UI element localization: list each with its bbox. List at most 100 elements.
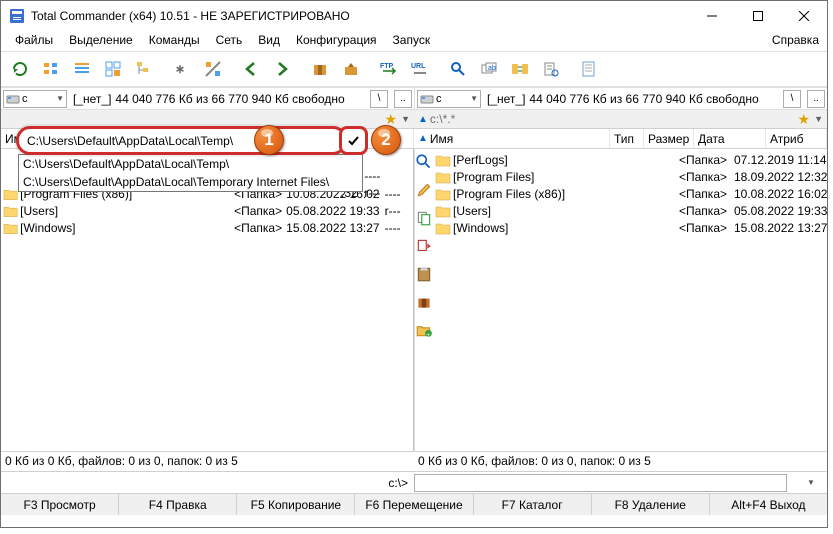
command-prompt: c:\> [1,476,414,490]
address-input-highlighted[interactable]: C:\Users\Default\AppData\Local\Temp\ [16,126,347,155]
address-confirm-checkbox[interactable] [339,126,368,155]
tree-icon[interactable] [129,54,159,84]
copy-icon[interactable] [415,209,433,227]
file-row[interactable]: [Users]<Папка>05.08.2022 19:33r--- [433,202,827,219]
menubar: Файлы Выделение Команды Сеть Вид Конфигу… [1,31,827,51]
maximize-button[interactable] [735,1,781,31]
forward-icon[interactable] [267,54,297,84]
drive-c-icon [6,92,20,106]
chevron-down-icon[interactable]: ▼ [807,478,823,487]
menu-net[interactable]: Сеть [208,31,251,51]
fn-f6[interactable]: F6 Перемещение [355,494,473,515]
address-dropdown[interactable]: C:\Users\Default\AppData\Local\Temp\ C:\… [18,154,363,192]
left-status: 0 Кб из 0 Кб, файлов: 0 из 0, папок: 0 и… [1,452,414,471]
new-folder-icon[interactable]: + [415,321,433,339]
file-row[interactable]: [PerfLogs]<Папка>07.12.2019 11:14---- [433,151,827,168]
view-brief-icon[interactable] [36,54,66,84]
right-up-button[interactable]: .. [807,90,825,108]
svg-text:∗: ∗ [175,62,185,76]
menu-help[interactable]: Справка [764,31,827,51]
right-pane[interactable]: [PerfLogs]<Папка>07.12.2019 11:14----[Pr… [433,149,827,451]
search-icon[interactable] [443,54,473,84]
clipboard-icon[interactable] [415,265,433,283]
star-icon[interactable]: ★ [798,111,811,128]
right-drive-info: 44 040 776 Кб из 66 770 940 Кб свободно [529,92,758,106]
view-thumbs-icon[interactable] [98,54,128,84]
col-date[interactable]: Дата [694,129,766,148]
menu-view[interactable]: Вид [250,31,288,51]
file-row[interactable]: [Users]<Папка>05.08.2022 19:33r--- [1,202,413,219]
right-pathbar[interactable]: ▲ c:\*.* ★ ▼ [414,109,827,129]
command-line-row: c:\> ▼ [1,471,827,493]
chevron-down-icon[interactable]: ▼ [814,114,823,124]
fn-altf4[interactable]: Alt+F4 Выход [710,494,827,515]
right-drive-combo[interactable]: c ▼ [417,90,481,108]
left-drive-label: [_нет_] [71,92,111,106]
file-attr: ---- [385,221,413,235]
menu-files[interactable]: Файлы [7,31,61,51]
search-icon[interactable] [415,153,433,171]
left-drivebar: c ▼ [_нет_] 44 040 776 Кб из 66 770 940 … [1,87,414,109]
rename-icon[interactable]: ab [474,54,504,84]
right-root-button[interactable]: \ [783,90,801,108]
file-size: <Папка> [679,204,734,218]
pack-icon[interactable] [305,54,335,84]
left-drive-combo[interactable]: c ▼ [3,90,67,108]
left-drive-letter: c [22,93,28,105]
fn-f3[interactable]: F3 Просмотр [1,494,119,515]
check-icon [347,134,361,148]
minimize-button[interactable] [689,1,735,31]
menu-launch[interactable]: Запуск [385,31,439,51]
show-all-icon[interactable]: ∗ [167,54,197,84]
edit-icon[interactable] [415,181,433,199]
dropdown-item[interactable]: C:\Users\Default\AppData\Local\Temporary… [19,173,362,191]
invert-icon[interactable] [198,54,228,84]
file-attr: ---- [385,187,413,201]
file-row[interactable]: [Program Files (x86)]<Папка>10.08.2022 1… [433,185,827,202]
close-button[interactable] [781,1,827,31]
right-path: c:\*.* [430,112,455,126]
file-name: [Users] [453,204,651,218]
address-input-value: C:\Users\Default\AppData\Local\Temp\ [27,134,233,148]
move-icon[interactable] [415,237,433,255]
file-row[interactable]: [Program Files]<Папка>18.09.2022 12:32r-… [433,168,827,185]
annotation-badge-2: 2 [371,125,401,155]
left-up-button[interactable]: .. [394,90,412,108]
menu-commands[interactable]: Команды [141,31,208,51]
col-attr[interactable]: Атриб [766,129,827,148]
fn-f8[interactable]: F8 Удаление [592,494,710,515]
chevron-down-icon[interactable]: ▼ [401,114,410,124]
ftp-icon[interactable]: FTP [374,54,404,84]
menu-selection[interactable]: Выделение [61,31,141,51]
col-name[interactable]: ▲Имя [414,129,610,148]
col-type[interactable]: Тип [610,129,644,148]
fn-bar: F3 Просмотр F4 Правка F5 Копирование F6 … [1,493,827,515]
file-row[interactable]: [Windows]<Папка>15.08.2022 13:27---- [1,219,413,236]
window-title: Total Commander (x64) 10.51 - НЕ ЗАРЕГИС… [31,9,689,23]
back-icon[interactable] [236,54,266,84]
file-size: <Папка> [234,221,286,235]
dropdown-item[interactable]: C:\Users\Default\AppData\Local\Temp\ [19,155,362,173]
command-input[interactable] [414,474,787,492]
notepad-icon[interactable] [574,54,604,84]
copy-names-icon[interactable] [536,54,566,84]
file-size: <Папка> [679,221,734,235]
vertical-toolbar: + [414,149,433,451]
left-root-button[interactable]: \ [370,90,388,108]
fn-f4[interactable]: F4 Правка [119,494,237,515]
view-full-icon[interactable] [67,54,97,84]
fn-f5[interactable]: F5 Копирование [237,494,355,515]
sync-icon[interactable] [505,54,535,84]
fn-f7[interactable]: F7 Каталог [474,494,592,515]
right-status: 0 Кб из 0 Кб, файлов: 0 из 0, папок: 0 и… [414,452,827,471]
file-date: 05.08.2022 19:33 [286,204,384,218]
file-date: 15.08.2022 13:27 [734,221,827,235]
menu-config[interactable]: Конфигурация [288,31,385,51]
pack-icon[interactable] [415,293,433,311]
file-date: 15.08.2022 13:27 [286,221,384,235]
unpack-icon[interactable] [336,54,366,84]
col-size[interactable]: Размер [644,129,694,148]
url-icon[interactable]: URL [405,54,435,84]
refresh-icon[interactable] [5,54,35,84]
file-row[interactable]: [Windows]<Папка>15.08.2022 13:27---- [433,219,827,236]
